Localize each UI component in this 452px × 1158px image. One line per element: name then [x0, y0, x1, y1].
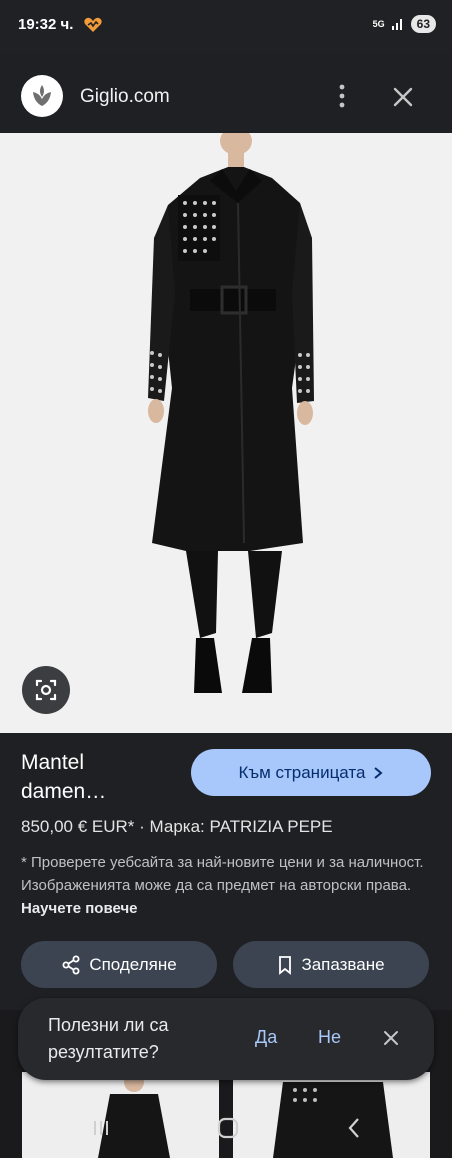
save-label: Запазване: [301, 954, 385, 974]
source-header: Giglio.com: [0, 60, 452, 132]
network-label: 5G: [372, 18, 385, 29]
share-icon: [62, 955, 80, 974]
lens-button[interactable]: [22, 666, 70, 714]
site-name: Giglio.com: [80, 86, 170, 107]
app-notification-icon: [84, 17, 102, 32]
feedback-no-button[interactable]: Не: [318, 1027, 341, 1048]
signal-icon: [391, 19, 402, 30]
home-icon[interactable]: [214, 1114, 242, 1142]
save-button[interactable]: Запазване: [233, 941, 429, 988]
feedback-yes-button[interactable]: Да: [255, 1027, 277, 1048]
feedback-toast: Полезни ли са резултатите? Да Не: [18, 998, 434, 1080]
lens-icon: [35, 679, 57, 701]
goto-page-button[interactable]: Към страницата: [191, 749, 431, 796]
status-time: 19:32 ч.: [18, 16, 74, 33]
chevron-right-icon: [374, 766, 383, 779]
recents-icon[interactable]: [87, 1114, 115, 1142]
giglio-logo-icon: [21, 75, 63, 117]
battery-level: 63: [410, 15, 436, 33]
close-icon[interactable]: [381, 1028, 401, 1048]
goto-page-label: Към страницата: [238, 762, 366, 782]
product-title: Mantel damen…: [21, 751, 107, 803]
system-nav-bar: [0, 1098, 452, 1158]
status-bar: 19:32 ч. 5G 63: [0, 0, 452, 54]
more-vert-icon[interactable]: [330, 82, 354, 110]
close-icon[interactable]: [390, 84, 416, 110]
share-button[interactable]: Споделяне: [21, 941, 217, 988]
back-icon[interactable]: [341, 1114, 369, 1142]
feedback-question: Полезни ли са резултатите?: [48, 1015, 169, 1062]
product-image[interactable]: [0, 133, 452, 733]
disclaimer-text: * Проверете уебсайта за най-новите цени …: [21, 854, 424, 894]
share-label: Споделяне: [89, 954, 177, 974]
price-brand-line: 850,00 € EUR* · Марка: PATRIZIA PEPE: [21, 817, 333, 836]
bookmark-icon: [279, 955, 292, 975]
disclaimer: * Проверете уебсайта за най-новите цени …: [21, 851, 426, 920]
learn-more-link[interactable]: Научете повече: [21, 900, 138, 917]
